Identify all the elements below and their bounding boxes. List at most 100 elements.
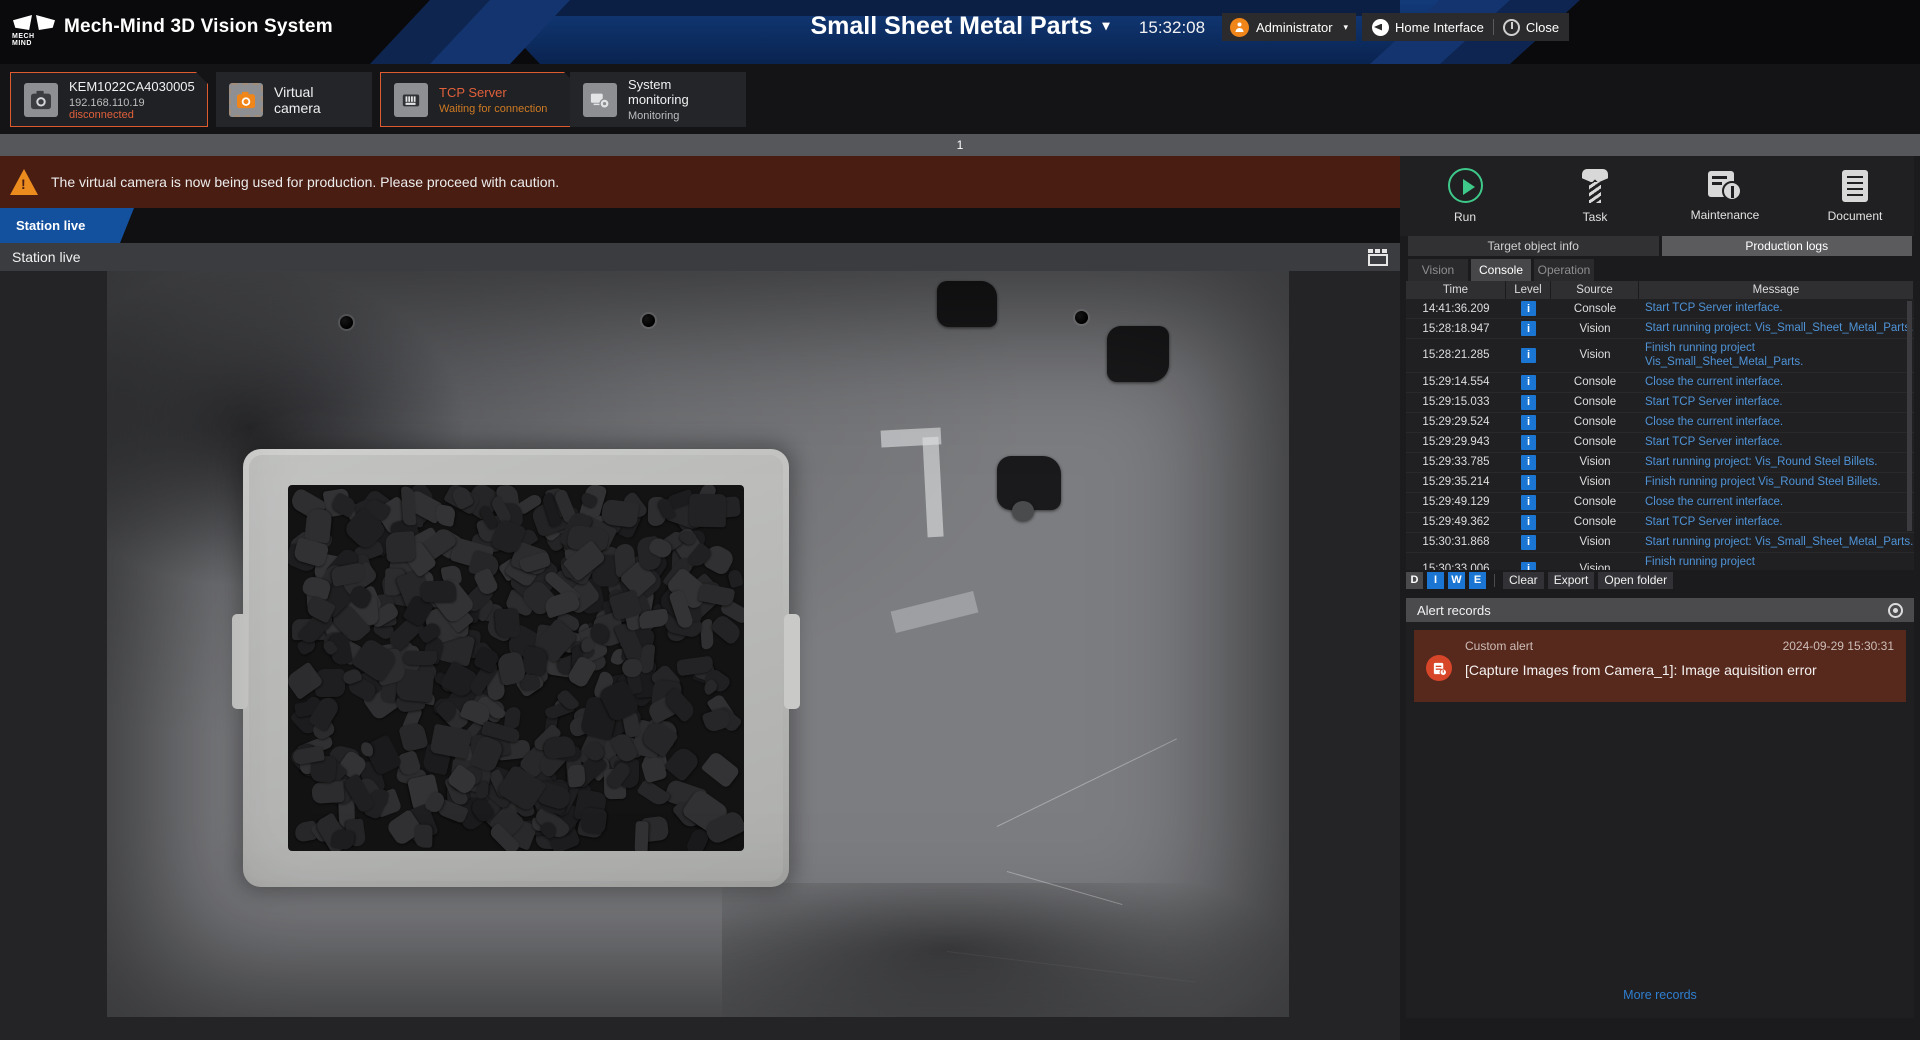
device-card-tcp-server[interactable]: TCP Server Waiting for connection [380,72,576,127]
home-icon [1372,19,1389,36]
tab-console[interactable]: Console [1471,259,1531,281]
home-interface-label: Home Interface [1395,20,1484,35]
column-header-message: Message [1639,281,1914,299]
cell-message: Start running project: Vis_Small_Sheet_M… [1639,533,1914,552]
info-level-icon: i [1521,375,1536,390]
table-row[interactable]: 15:29:29.943iConsoleStart TCP Server int… [1406,433,1914,453]
divider [1494,574,1495,587]
cell-source: Vision [1551,473,1639,492]
cell-time: 15:29:35.214 [1406,473,1506,492]
device-card-camera[interactable]: KEM1022CA4030005 192.168.110.19 disconne… [10,72,208,127]
cell-message: Start TCP Server interface. [1639,433,1914,452]
device-card-virtual-camera[interactable]: Virtual camera [216,72,372,127]
cell-time: 15:29:33.785 [1406,453,1506,472]
tab-vision[interactable]: Vision [1408,259,1468,281]
ribbon-button-task[interactable]: Task [1530,156,1660,236]
table-row[interactable]: 15:30:31.868iVisionStart running project… [1406,533,1914,553]
cell-message: Finish running project Vis_Round Steel B… [1639,473,1914,492]
sub-bar-label: 1 [957,138,964,152]
ribbon-button-run[interactable]: Run [1400,156,1530,236]
tab-production-logs[interactable]: Production logs [1662,236,1913,256]
cell-time: 15:29:49.362 [1406,513,1506,532]
play-circle-icon [1448,168,1483,203]
tab-station-live[interactable]: Station live [0,208,134,243]
log-table-body[interactable]: 14:41:36.209iConsoleStart TCP Server int… [1406,299,1914,570]
ribbon-button-document[interactable]: Document [1790,156,1920,236]
log-table-header: Time Level Source Message [1406,281,1914,299]
log-filter-error[interactable]: E [1469,572,1486,589]
info-level-icon: i [1521,348,1536,363]
cell-level: i [1506,393,1551,412]
close-label: Close [1526,20,1559,35]
clear-logs-button[interactable]: Clear [1503,572,1544,589]
gear-icon[interactable] [1888,603,1903,618]
ribbon-label: Run [1454,210,1476,224]
title-bar: MECH MIND Mech-Mind 3D Vision System Sma… [0,0,1920,64]
camera-image [107,271,1289,1017]
table-row[interactable]: 15:30:33.006iVisionFinish running projec… [1406,553,1914,570]
close-button[interactable]: Close [1503,19,1559,36]
cell-level: i [1506,339,1551,372]
device-status: Waiting for connection [439,103,547,115]
cell-message: Start TCP Server interface. [1639,393,1914,412]
cell-level: i [1506,413,1551,432]
app-name: Mech-Mind 3D Vision System [64,16,333,38]
alert-record-item[interactable]: Custom alert 2024-09-29 15:30:31 [Captur… [1414,630,1906,702]
application-window: MECH MIND Mech-Mind 3D Vision System Sma… [0,0,1920,1040]
cell-level: i [1506,319,1551,338]
table-row[interactable]: 15:29:15.033iConsoleStart TCP Server int… [1406,393,1914,413]
camera-live-view[interactable] [107,271,1289,1017]
cell-level: i [1506,373,1551,392]
info-level-icon: i [1521,535,1536,550]
table-row[interactable]: 15:29:35.214iVisionFinish running projec… [1406,473,1914,493]
cell-time: 15:29:29.943 [1406,433,1506,452]
open-folder-button[interactable]: Open folder [1598,572,1673,589]
device-card-system-monitoring[interactable]: System monitoring Monitoring [570,72,746,127]
cell-level: i [1506,453,1551,472]
power-icon [1503,19,1520,36]
ribbon-label: Maintenance [1691,208,1760,222]
log-filter-info[interactable]: I [1427,572,1444,589]
alert-records-title: Alert records [1417,603,1491,618]
cell-level: i [1506,553,1551,570]
table-row[interactable]: 15:29:49.362iConsoleStart TCP Server int… [1406,513,1914,533]
cell-time: 15:30:31.868 [1406,533,1506,552]
ribbon-button-maintenance[interactable]: Maintenance [1660,156,1790,236]
home-interface-button[interactable]: Home Interface [1372,19,1484,36]
device-status: Monitoring [628,110,733,122]
cell-message: Start TCP Server interface. [1639,513,1914,532]
log-filter-warning[interactable]: W [1448,572,1465,589]
user-menu[interactable]: Administrator ▾ [1222,13,1356,41]
cell-source: Console [1551,393,1639,412]
right-panel-scrollbar[interactable] [1914,156,1920,1040]
table-row[interactable]: 15:29:14.554iConsoleClose the current in… [1406,373,1914,393]
log-table-scrollbar[interactable] [1907,301,1912,531]
cell-time: 15:30:33.006 [1406,553,1506,570]
cell-source: Console [1551,299,1639,318]
log-filter-debug[interactable]: D [1406,572,1423,589]
device-status: 192.168.110.19 disconnected [69,97,195,121]
table-row[interactable]: 15:28:21.285iVisionFinish running projec… [1406,339,1914,373]
right-panel: Run Task Maintenance Document Ta [1400,156,1920,1040]
more-records-link[interactable]: More records [1406,988,1914,1002]
table-row[interactable]: 15:28:18.947iVisionStart running project… [1406,319,1914,339]
table-row[interactable]: 15:29:33.785iVisionStart running project… [1406,453,1914,473]
table-row[interactable]: 15:29:49.129iConsoleClose the current in… [1406,493,1914,513]
device-name: Virtual camera [274,84,359,116]
cell-time: 15:28:18.947 [1406,319,1506,338]
cell-level: i [1506,513,1551,532]
table-row[interactable]: 14:41:36.209iConsoleStart TCP Server int… [1406,299,1914,319]
info-level-icon: i [1521,495,1536,510]
sub-bar: 1 [0,134,1920,156]
cell-source: Vision [1551,453,1639,472]
tab-target-object-info[interactable]: Target object info [1408,236,1659,256]
table-row[interactable]: 15:29:29.524iConsoleClose the current in… [1406,413,1914,433]
device-connection-state: disconnected [69,109,134,121]
cell-source: Console [1551,413,1639,432]
tab-operation[interactable]: Operation [1534,259,1594,281]
restore-window-icon[interactable] [1368,249,1388,266]
cell-time: 15:29:14.554 [1406,373,1506,392]
export-logs-button[interactable]: Export [1548,572,1595,589]
device-ip: 192.168.110.19 [69,97,145,109]
alert-type: Custom alert [1465,639,1533,653]
